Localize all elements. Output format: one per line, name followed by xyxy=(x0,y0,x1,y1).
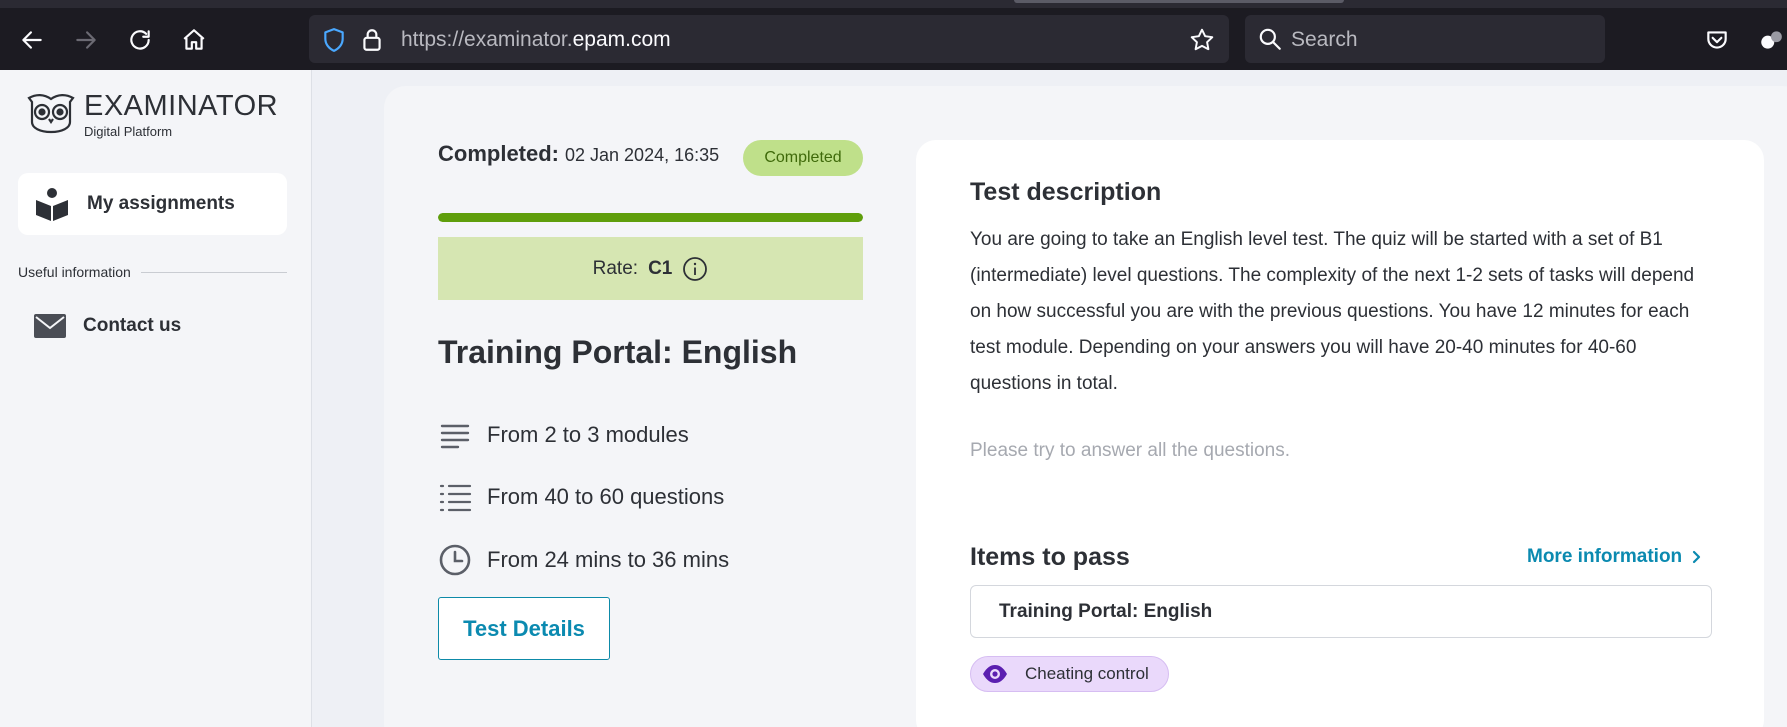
eye-icon xyxy=(983,665,1007,683)
duration-info: From 24 mins to 36 mins xyxy=(438,543,729,577)
sidebar-item-contact-us[interactable]: Contact us xyxy=(18,295,287,357)
owl-logo-icon xyxy=(27,94,75,134)
tab-strip xyxy=(0,0,1787,8)
address-bar[interactable]: https://examinator.epam.com xyxy=(309,15,1229,63)
back-button[interactable] xyxy=(14,22,50,58)
completed-date: 02 Jan 2024, 16:35 xyxy=(565,145,720,165)
home-button[interactable] xyxy=(176,22,212,58)
clock-icon xyxy=(439,544,471,576)
item-name: Training Portal: English xyxy=(999,600,1213,622)
cheating-control-badge: Cheating control xyxy=(970,656,1169,692)
completed-label: Completed: xyxy=(438,141,559,166)
arrow-right-icon xyxy=(76,31,96,49)
status-badge: Completed xyxy=(743,140,863,176)
star-icon[interactable] xyxy=(1189,27,1215,53)
lock-icon[interactable] xyxy=(359,27,385,53)
tab-indicator xyxy=(1014,0,1344,3)
assignments-icon xyxy=(36,188,68,221)
browser-toolbar: https://examinator.epam.com Search xyxy=(0,0,1787,70)
url-text[interactable]: https://examinator.epam.com xyxy=(401,28,671,52)
sidebar-item-label: Contact us xyxy=(83,315,182,336)
cheating-control-label: Cheating control xyxy=(1025,664,1149,683)
section-label: Useful information xyxy=(18,264,131,280)
sidebar-item-label: My assignments xyxy=(87,193,235,214)
extension-icon xyxy=(1761,31,1782,49)
home-icon xyxy=(183,29,205,50)
completion-info: Completed: 02 Jan 2024, 16:35 xyxy=(438,141,719,167)
logo-subtitle: Digital Platform xyxy=(84,124,173,139)
modules-text: From 2 to 3 modules xyxy=(487,422,689,447)
rate-box: Rate: C1 xyxy=(438,237,863,300)
search-icon xyxy=(1259,28,1281,50)
search-placeholder: Search xyxy=(1291,28,1358,51)
search-bar[interactable]: Search xyxy=(1245,15,1605,63)
test-title: Training Portal: English xyxy=(438,334,798,370)
test-details-button[interactable]: Test Details xyxy=(438,597,610,660)
description-hint: Please try to answer all the questions. xyxy=(970,440,1291,461)
item-to-pass[interactable]: Training Portal: English xyxy=(970,585,1712,638)
logo[interactable]: EXAMINATOR Digital Platform xyxy=(26,90,278,139)
modules-info: From 2 to 3 modules xyxy=(438,418,689,452)
progress-bar xyxy=(438,213,863,222)
list-icon xyxy=(439,484,472,512)
arrow-left-icon xyxy=(22,31,42,49)
extensions-button[interactable] xyxy=(1753,22,1787,58)
progress-fill xyxy=(438,213,863,222)
questions-info: From 40 to 60 questions xyxy=(438,480,724,514)
section-divider: Useful information xyxy=(18,264,287,280)
questions-text: From 40 to 60 questions xyxy=(487,484,725,509)
description-body: You are going to take an English level t… xyxy=(970,229,1695,394)
lines-icon xyxy=(440,424,470,449)
info-icon[interactable] xyxy=(682,256,708,282)
url-host: epam.com xyxy=(572,28,671,51)
duration-text: From 24 mins to 36 mins xyxy=(487,547,730,572)
pocket-icon xyxy=(1707,31,1727,49)
logo-title: EXAMINATOR xyxy=(84,90,279,122)
sidebar-item-my-assignments[interactable]: My assignments xyxy=(18,173,287,235)
sidebar: EXAMINATOR Digital Platform My assignmen… xyxy=(0,70,312,727)
pocket-button[interactable] xyxy=(1699,22,1735,58)
description-title: Test description xyxy=(970,178,1162,206)
more-information-label: More information xyxy=(1527,546,1683,567)
more-information-link[interactable]: More information xyxy=(1527,546,1704,568)
url-scheme: https://examinator. xyxy=(401,28,573,51)
divider-line xyxy=(140,271,287,273)
reload-icon xyxy=(130,30,150,50)
forward-button[interactable] xyxy=(68,22,104,58)
shield-icon[interactable] xyxy=(321,27,347,53)
envelope-icon xyxy=(34,314,66,338)
reload-button[interactable] xyxy=(122,22,158,58)
items-to-pass-title: Items to pass xyxy=(970,543,1130,571)
rate-value: C1 xyxy=(648,257,673,279)
chevron-right-icon xyxy=(1693,550,1701,564)
rate-label: Rate: xyxy=(592,257,639,279)
